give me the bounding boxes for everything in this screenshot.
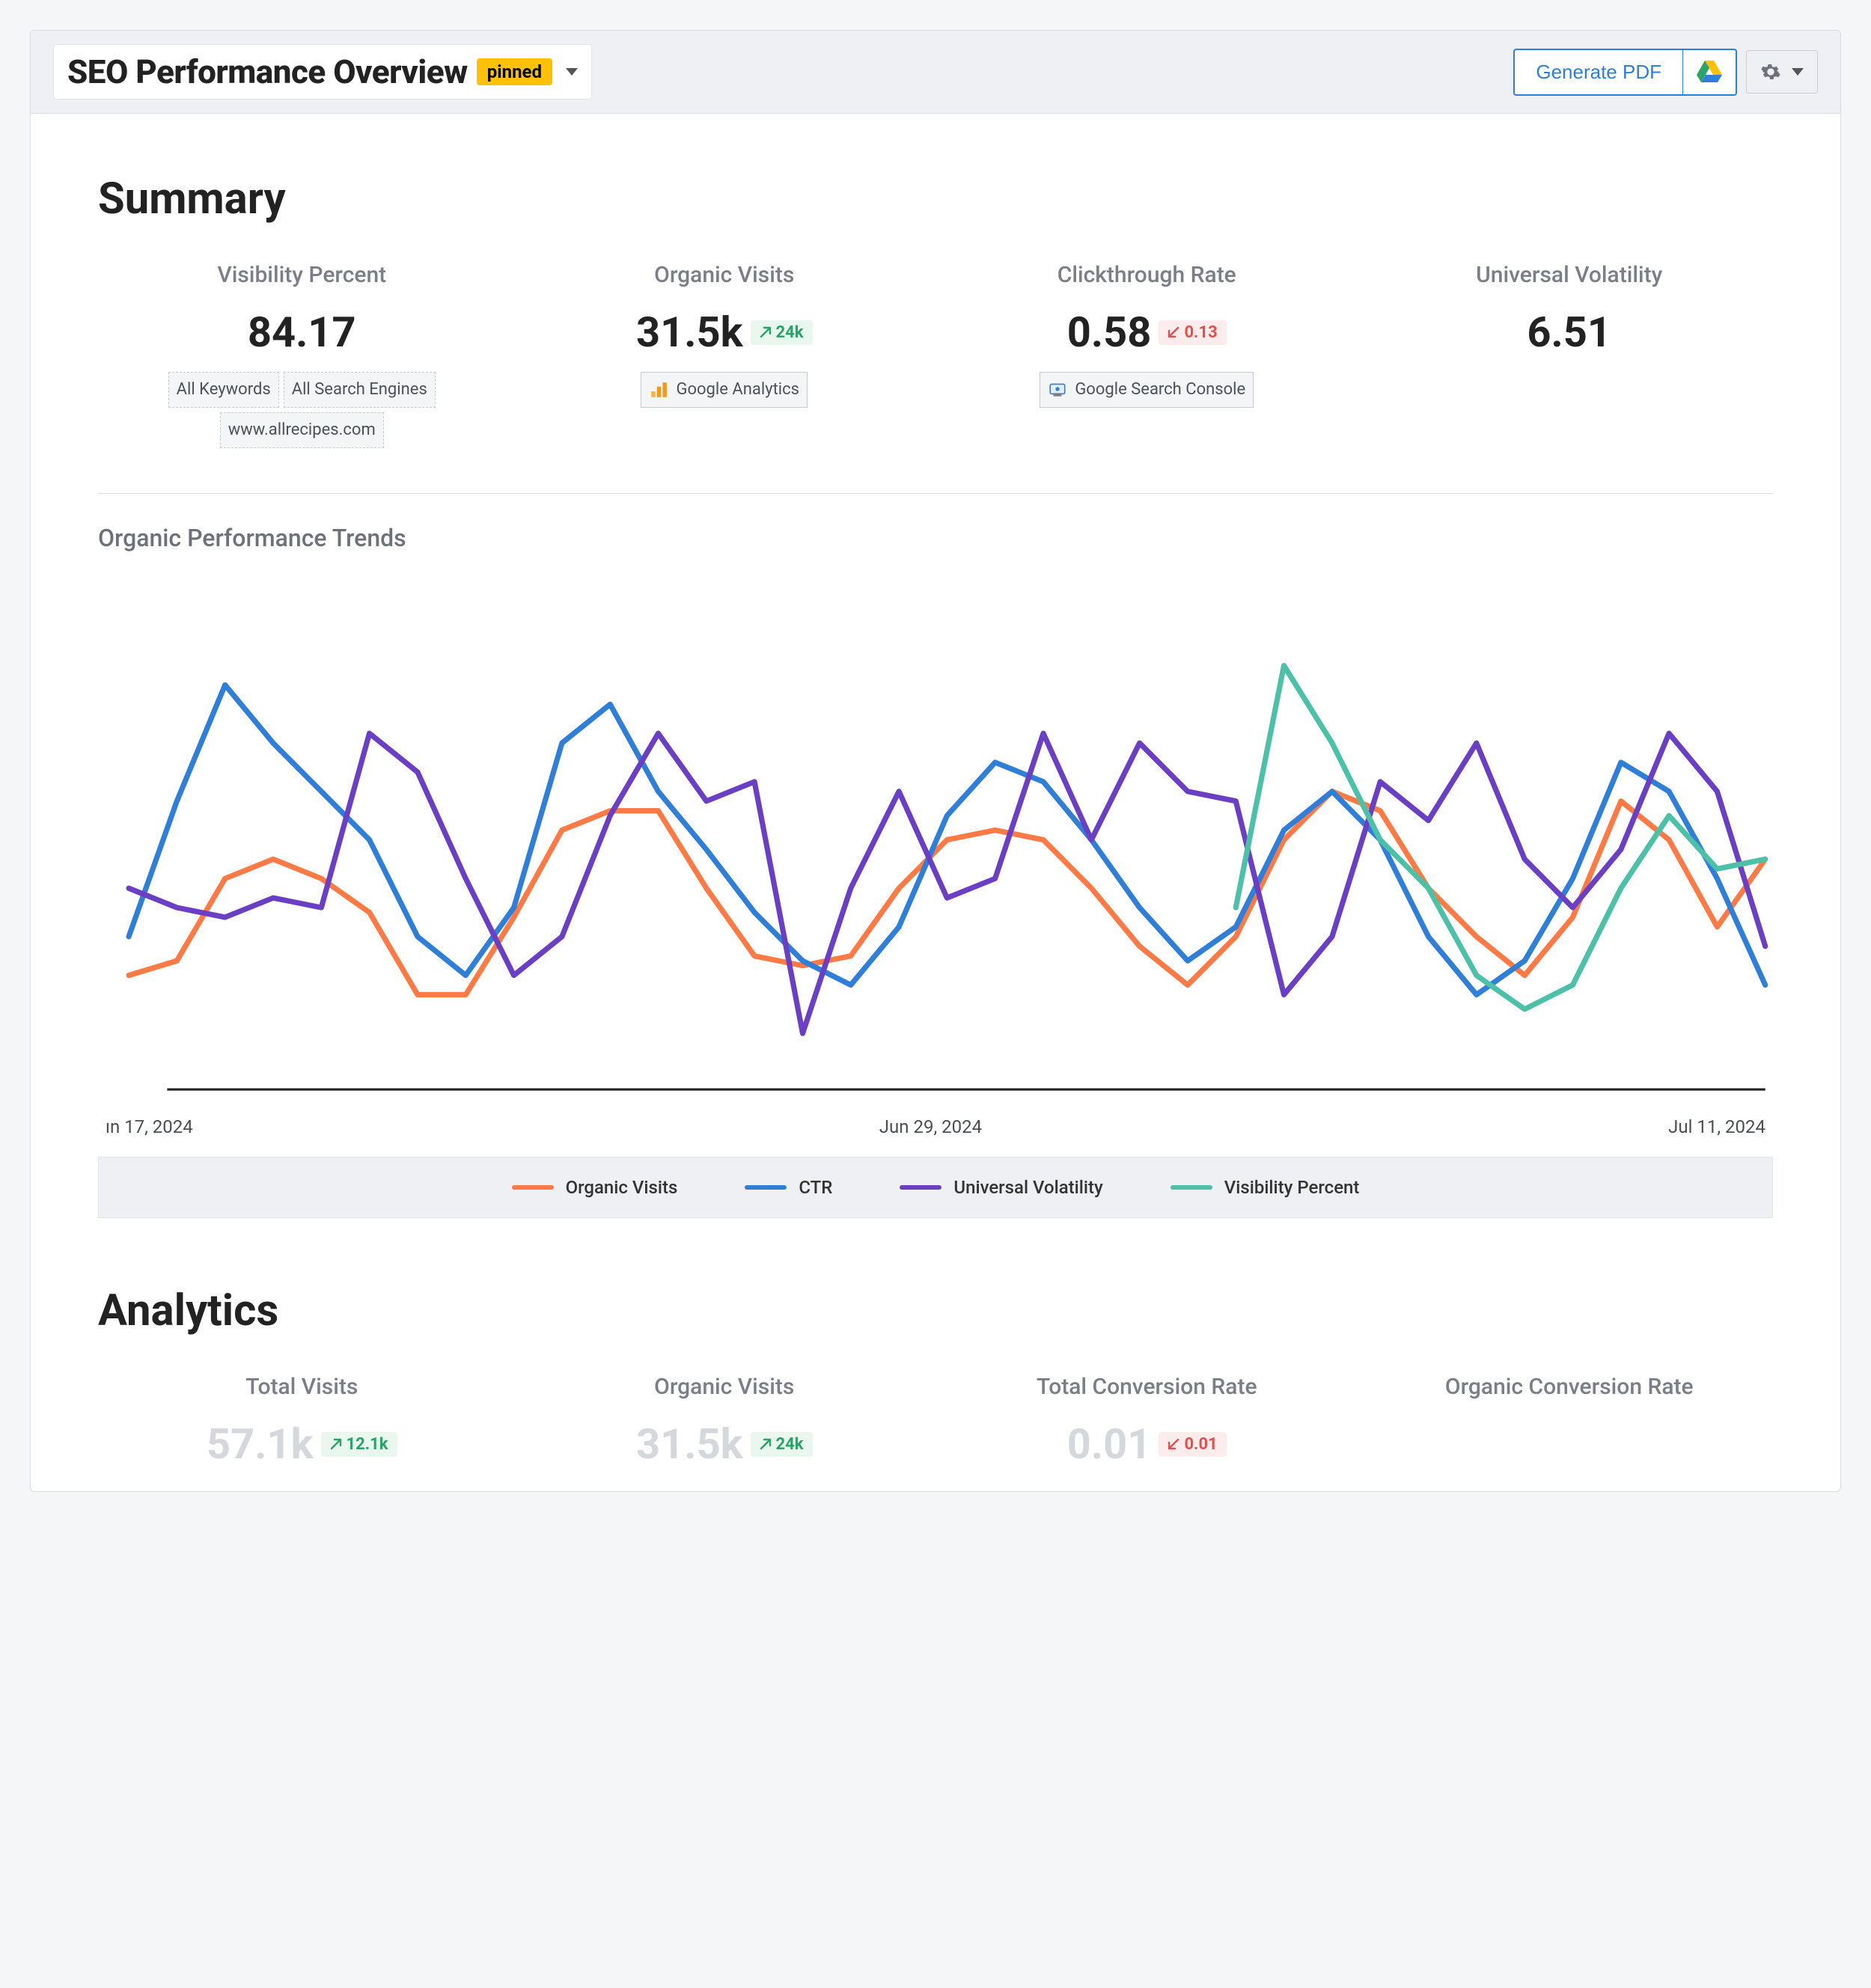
legend-label: Visibility Percent xyxy=(1224,1177,1360,1198)
legend-item[interactable]: Visibility Percent xyxy=(1170,1177,1360,1198)
legend-item[interactable]: Universal Volatility xyxy=(900,1177,1102,1198)
kpi-tag[interactable]: All Keywords xyxy=(168,372,279,408)
chart-x-ticks: ın 17, 2024 Jun 29, 2024 Jul 11, 2024 xyxy=(98,1116,1773,1137)
kpi-label: Universal Volatility xyxy=(1366,262,1774,288)
chevron-down-icon[interactable] xyxy=(566,68,578,76)
kpi-value: 31.5k xyxy=(636,1419,743,1469)
kpi-tags: All Keywords All Search Engines www.allr… xyxy=(98,372,506,448)
kpi-label: Total Conversion Rate xyxy=(943,1374,1351,1400)
panel-body: Summary Visibility Percent 84.17 All Key… xyxy=(31,114,1840,1469)
kpi-card: Visibility Percent 84.17 All Keywords Al… xyxy=(98,262,506,448)
legend-label: Organic Visits xyxy=(566,1177,678,1198)
kpi-value: 57.1k xyxy=(207,1419,314,1469)
kpi-card: Organic Visits 31.5k 24k Google Analytic… xyxy=(521,262,929,448)
chart-legend: Organic Visits CTR Universal Volatility … xyxy=(98,1157,1773,1218)
legend-item[interactable]: Organic Visits xyxy=(512,1177,678,1198)
kpi-tag[interactable]: Google Search Console xyxy=(1040,372,1254,408)
header-actions: Generate PDF xyxy=(1513,49,1818,96)
summary-kpi-row: Visibility Percent 84.17 All Keywords Al… xyxy=(98,262,1773,448)
legend-label: Universal Volatility xyxy=(953,1177,1102,1198)
page-title: SEO Performance Overview xyxy=(67,52,468,91)
gsc-icon xyxy=(1048,380,1067,400)
chart-title: Organic Performance Trends xyxy=(98,524,1773,552)
kpi-tags: Google Search Console xyxy=(943,372,1351,408)
kpi-label: Total Visits xyxy=(98,1374,506,1400)
kpi-delta: 24k xyxy=(751,320,813,345)
kpi-label: Organic Conversion Rate xyxy=(1366,1374,1774,1400)
kpi-tags: Google Analytics xyxy=(521,372,929,408)
kpi-delta: 12.1k xyxy=(321,1432,397,1457)
kpi-value: 31.5k xyxy=(636,308,743,357)
dashboard-panel: SEO Performance Overview pinned Generate… xyxy=(30,30,1841,1492)
x-tick-label: Jul 11, 2024 xyxy=(1668,1116,1765,1137)
kpi-card: Universal Volatility 6.51 xyxy=(1366,262,1774,448)
kpi-label: Clickthrough Rate xyxy=(943,262,1351,288)
trends-chart: ın 17, 2024 Jun 29, 2024 Jul 11, 2024 Orga… xyxy=(98,567,1773,1234)
kpi-card: Organic Visits 31.5k 24k xyxy=(521,1374,929,1469)
divider xyxy=(98,493,1773,494)
kpi-delta: 0.01 xyxy=(1159,1432,1226,1457)
chart-series-line xyxy=(129,733,1765,1033)
generate-pdf-button[interactable]: Generate PDF xyxy=(1513,49,1682,96)
kpi-value: 6.51 xyxy=(1527,308,1611,357)
analytics-heading: Analytics xyxy=(98,1285,1773,1336)
kpi-label: Organic Visits xyxy=(521,262,929,288)
ga-icon xyxy=(649,380,668,400)
kpi-delta: 24k xyxy=(751,1432,813,1457)
legend-swatch xyxy=(512,1185,554,1190)
kpi-card: Clickthrough Rate 0.58 0.13 Google Searc… xyxy=(943,262,1351,448)
legend-label: CTR xyxy=(799,1177,832,1198)
kpi-tag[interactable]: Google Analytics xyxy=(641,372,808,408)
summary-heading: Summary xyxy=(98,174,1773,224)
kpi-delta: 0.13 xyxy=(1159,320,1226,345)
kpi-label: Organic Visits xyxy=(521,1374,929,1400)
pinned-badge: pinned xyxy=(477,58,552,85)
legend-item[interactable]: CTR xyxy=(745,1177,832,1198)
kpi-card: Total Conversion Rate 0.01 0.01 xyxy=(943,1374,1351,1469)
settings-button[interactable] xyxy=(1746,50,1818,94)
chevron-down-icon xyxy=(1792,68,1804,76)
kpi-tag[interactable]: All Search Engines xyxy=(284,372,436,408)
x-tick-label: Jun 29, 2024 xyxy=(879,1116,982,1137)
kpi-card: Organic Conversion Rate xyxy=(1366,1374,1774,1469)
kpi-tag[interactable]: www.allrecipes.com xyxy=(220,412,384,448)
legend-swatch xyxy=(745,1185,787,1190)
legend-swatch xyxy=(1170,1185,1212,1190)
google-drive-button[interactable] xyxy=(1682,49,1737,96)
x-tick-label: ın 17, 2024 xyxy=(106,1116,193,1137)
header-bar: SEO Performance Overview pinned Generate… xyxy=(31,31,1840,114)
analytics-kpi-row: Total Visits 57.1k 12.1k Organic Visits … xyxy=(98,1374,1773,1469)
kpi-value: 84.17 xyxy=(248,308,356,357)
kpi-card: Total Visits 57.1k 12.1k xyxy=(98,1374,506,1469)
kpi-value: 0.01 xyxy=(1067,1419,1152,1469)
gear-icon xyxy=(1760,61,1781,82)
google-drive-icon xyxy=(1697,61,1722,83)
legend-swatch xyxy=(900,1185,941,1190)
kpi-value: 0.58 xyxy=(1067,308,1152,357)
title-container[interactable]: SEO Performance Overview pinned xyxy=(53,44,592,100)
kpi-label: Visibility Percent xyxy=(98,262,506,288)
